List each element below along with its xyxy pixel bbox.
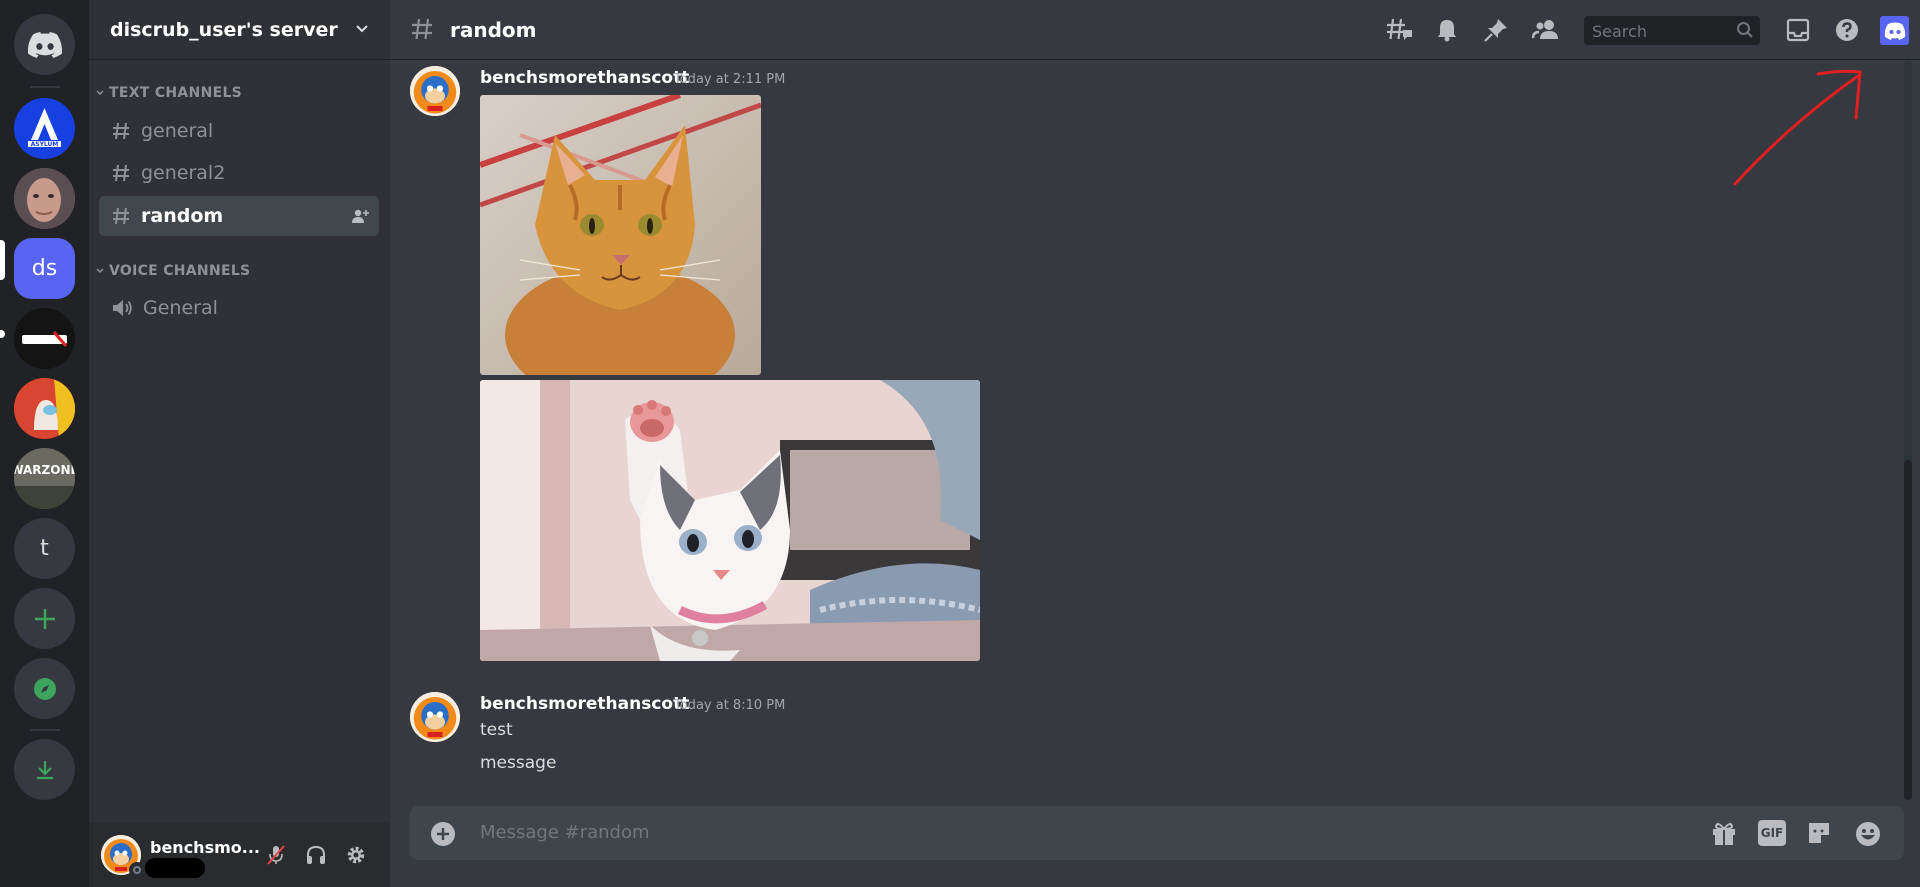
create-invite-icon[interactable] [351, 207, 369, 225]
download-apps-button[interactable] [14, 739, 75, 800]
compass-icon [33, 677, 56, 700]
chevron-down-icon [96, 268, 104, 274]
emoji-icon[interactable] [1854, 820, 1882, 848]
download-icon [36, 760, 53, 779]
redacted-tag [145, 858, 205, 878]
hash-icon [113, 122, 129, 140]
active-server-indicator [0, 240, 5, 280]
add-attachment-icon[interactable] [430, 821, 456, 847]
hash-icon [412, 18, 432, 40]
status-indicator [129, 862, 145, 878]
search-icon [1737, 22, 1753, 38]
discrub-extension-button[interactable] [1880, 16, 1909, 45]
add-server-button[interactable] [14, 588, 75, 649]
message-author[interactable]: benchsmorethanscott [480, 68, 689, 88]
server-rail: ASYLUM ds WARZONE t [0, 0, 89, 887]
category-text-channels[interactable]: TEXT CHANNELS [95, 85, 242, 101]
channel-label: random [141, 205, 224, 227]
chevron-down-icon [96, 90, 104, 96]
search-input[interactable]: Search [1584, 16, 1760, 45]
message-text: message [480, 753, 557, 773]
member-list-icon[interactable] [1532, 17, 1560, 43]
username: benchsmo... [150, 838, 260, 857]
server-discrub[interactable]: ds [14, 238, 75, 299]
image-attachment-cat[interactable] [480, 95, 761, 375]
server-gameskool[interactable] [14, 308, 75, 369]
bell-icon[interactable] [1434, 17, 1460, 43]
among-us-icon [14, 378, 75, 439]
hash-icon [113, 207, 129, 225]
channel-general2[interactable]: general2 [99, 153, 379, 193]
unread-indicator [0, 330, 5, 338]
channel-random[interactable]: random [99, 196, 379, 236]
headphones-icon[interactable] [305, 844, 327, 866]
voice-channel-general[interactable]: General [99, 288, 379, 328]
sticker-icon[interactable] [1806, 820, 1832, 846]
discord-logo-icon [27, 31, 62, 58]
avatar[interactable] [410, 692, 460, 742]
server-header[interactable]: discrub_user's server [89, 0, 390, 60]
rail-separator [30, 729, 60, 731]
sonic-avatar-image [410, 66, 460, 116]
avatar[interactable] [410, 66, 460, 116]
category-label: TEXT CHANNELS [109, 85, 243, 101]
channel-title: random [450, 18, 537, 42]
server-among-us[interactable] [14, 378, 75, 439]
svg-text:WARZONE: WARZONE [14, 463, 75, 477]
message-composer[interactable]: Message #random GIF [410, 806, 1904, 860]
rail-separator [30, 86, 60, 88]
asylum-logo-icon: ASYLUM [14, 98, 75, 159]
image-attachment-kitten[interactable] [480, 380, 980, 661]
mute-microphone-icon[interactable] [265, 844, 287, 866]
pin-icon[interactable] [1483, 17, 1509, 43]
hash-icon [113, 164, 129, 182]
help-icon[interactable] [1834, 17, 1860, 43]
message-author[interactable]: benchsmorethanscott [480, 694, 689, 714]
message-text: test [480, 720, 513, 740]
threads-icon[interactable] [1385, 17, 1413, 43]
sonic-avatar-image [410, 692, 460, 742]
warzone-logo-icon: WARZONE [14, 448, 75, 509]
server-photo[interactable] [14, 168, 75, 229]
orange-cat-photo [480, 95, 761, 375]
channel-label: General [143, 297, 218, 319]
server-t[interactable]: t [14, 518, 75, 579]
server-warzone[interactable]: WARZONE [14, 448, 75, 509]
message-timestamp: Today at 8:10 PM [674, 698, 786, 713]
gif-label: GIF [1760, 826, 1784, 840]
server-avatar-photo [14, 168, 75, 229]
channel-sidebar: discrub_user's server TEXT CHANNELS gene… [89, 0, 390, 887]
gift-icon[interactable] [1710, 820, 1738, 846]
message-timestamp: Today at 2:11 PM [674, 72, 786, 87]
home-button[interactable] [14, 14, 75, 75]
message-input-placeholder[interactable]: Message #random [480, 822, 650, 843]
search-placeholder: Search [1592, 22, 1647, 41]
discrub-logo-icon [1884, 22, 1905, 40]
scrollbar-thumb[interactable] [1904, 460, 1912, 800]
channel-label: general [141, 120, 214, 142]
server-initials: ds [31, 256, 58, 281]
category-label: VOICE CHANNELS [109, 263, 251, 279]
user-panel: benchsmo... [89, 822, 390, 887]
add-icon [34, 608, 55, 629]
explore-servers-button[interactable] [14, 658, 75, 719]
gameskool-logo-icon [14, 308, 75, 369]
gear-icon[interactable] [345, 844, 367, 866]
gif-icon[interactable]: GIF [1758, 820, 1786, 846]
annotation-arrow [1733, 69, 1862, 186]
channel-general[interactable]: general [99, 111, 379, 151]
kitten-raising-paw-photo [480, 380, 980, 661]
inbox-icon[interactable] [1785, 17, 1811, 43]
server-initials: t [40, 536, 49, 561]
speaker-icon [113, 300, 132, 316]
server-name: discrub_user's server [110, 18, 338, 41]
channel-header: random Search [390, 0, 1920, 60]
server-asylum[interactable]: ASYLUM [14, 98, 75, 159]
channel-label: general2 [141, 162, 226, 184]
svg-text:ASYLUM: ASYLUM [31, 141, 59, 148]
category-voice-channels[interactable]: VOICE CHANNELS [95, 263, 250, 279]
chevron-down-icon [356, 25, 368, 33]
